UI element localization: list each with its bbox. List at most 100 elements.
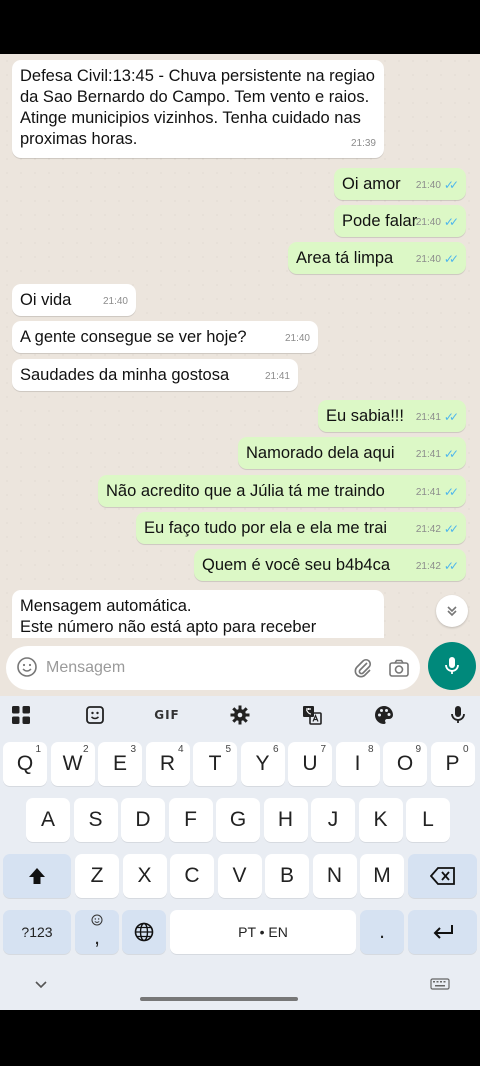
outgoing-message-bubble[interactable]: Quem é você seu b4b4ca 21:42 ✓✓: [194, 549, 466, 581]
language-globe-key[interactable]: [122, 910, 166, 954]
message-meta: 21:40 ✓✓: [416, 175, 459, 196]
read-receipt-icon: ✓✓: [443, 215, 459, 229]
key-l[interactable]: L: [406, 798, 450, 842]
paperclip-icon[interactable]: [352, 657, 374, 679]
outgoing-message-bubble[interactable]: Eu faço tudo por ela e ela me trai 21:42 ✓…: [136, 512, 466, 544]
key-label: D: [135, 808, 151, 831]
settings-gear-icon[interactable]: [228, 704, 252, 726]
key-e[interactable]: E3: [98, 742, 142, 786]
apps-grid-icon[interactable]: [9, 704, 33, 726]
message-time: 21:40: [415, 254, 441, 265]
read-receipt-icon: ✓✓: [443, 178, 459, 192]
key-j[interactable]: J: [311, 798, 355, 842]
message-meta: 21:40: [103, 291, 128, 312]
incoming-message-bubble[interactable]: Saudades da minha gostosa 21:41: [12, 359, 298, 391]
message-time: 21:41: [415, 487, 441, 498]
message-meta: 21:41 ✓✓: [415, 482, 459, 503]
voice-typing-microphone-icon[interactable]: [446, 704, 470, 726]
key-number-hint: 5: [225, 744, 231, 755]
key-number-hint: 0: [462, 744, 469, 755]
incoming-message-bubble[interactable]: Defesa Civil:13:45 - Chuva persistente n…: [12, 60, 384, 158]
hide-keyboard-chevron-icon[interactable]: [34, 980, 48, 990]
outgoing-message-bubble[interactable]: Namorado dela aqui 21:41 ✓✓: [238, 437, 466, 469]
period-key[interactable]: .: [360, 910, 404, 954]
voice-message-button[interactable]: [428, 642, 476, 690]
enter-key[interactable]: [408, 910, 477, 954]
key-h[interactable]: H: [263, 798, 308, 842]
message-meta: 21:41 ✓✓: [416, 407, 459, 428]
key-label: ?123: [21, 924, 53, 940]
key-x[interactable]: X: [122, 854, 167, 898]
key-i[interactable]: I8: [335, 742, 380, 786]
incoming-message-bubble[interactable]: Mensagem automática. Este número não est…: [12, 590, 384, 644]
enter-arrow-icon: [433, 925, 453, 939]
key-k[interactable]: K: [358, 798, 403, 842]
key-y[interactable]: Y6: [240, 742, 285, 786]
key-label: G: [229, 808, 247, 831]
key-z[interactable]: Z: [75, 854, 119, 898]
backspace-icon: [429, 867, 455, 885]
message-meta: 21:41 ✓✓: [415, 444, 459, 465]
status-bar-area: [0, 0, 480, 54]
backspace-key[interactable]: [408, 854, 477, 898]
key-o[interactable]: O9: [383, 742, 427, 786]
key-w[interactable]: W2: [50, 742, 95, 786]
key-c[interactable]: C: [170, 854, 214, 898]
emoji-icon: [91, 914, 103, 926]
outgoing-message-bubble[interactable]: Pode falar 21:40 ✓✓: [334, 205, 466, 237]
key-p[interactable]: P0: [430, 742, 475, 786]
key-g[interactable]: G: [216, 798, 260, 842]
key-label: H: [277, 808, 294, 831]
outgoing-message-bubble[interactable]: Area tá limpa 21:40 ✓✓: [288, 242, 466, 274]
shift-key[interactable]: [3, 854, 71, 898]
message-text: Mensagem automática. Este número não est…: [20, 597, 317, 636]
space-key[interactable]: PT • EN: [170, 910, 356, 954]
key-number-hint: 6: [272, 744, 279, 755]
message-time: 21:41: [264, 371, 290, 382]
keyboard-switch-icon[interactable]: [430, 978, 450, 990]
message-text: Saudades da minha gostosa: [20, 366, 230, 384]
key-n[interactable]: N: [312, 854, 357, 898]
theme-palette-icon[interactable]: [372, 704, 396, 726]
key-b[interactable]: B: [265, 854, 309, 898]
outgoing-message-bubble[interactable]: Oi amor 21:40 ✓✓: [334, 168, 466, 200]
key-label: F: [184, 808, 197, 831]
message-text: Quem é você seu b4b4ca: [202, 556, 391, 574]
message-time: 21:41: [415, 449, 441, 460]
message-text: Defesa Civil:13:45 - Chuva persistente n…: [20, 67, 375, 148]
key-label: M: [373, 864, 391, 887]
comma-emoji-key[interactable]: ,: [75, 910, 119, 954]
message-input[interactable]: [46, 656, 296, 680]
key-label: N: [326, 864, 343, 887]
key-d[interactable]: D: [121, 798, 165, 842]
symbols-key[interactable]: ?123: [3, 910, 71, 954]
outgoing-message-bubble[interactable]: Não acredito que a Júlia tá me traindo 21…: [98, 475, 466, 507]
gif-button[interactable]: GIF: [152, 704, 182, 726]
key-t[interactable]: T5: [193, 742, 237, 786]
key-m[interactable]: M: [360, 854, 404, 898]
microphone-icon: [445, 657, 459, 674]
emoji-icon[interactable]: [16, 656, 38, 678]
incoming-message-bubble[interactable]: A gente consegue se ver hoje? 21:40: [12, 321, 318, 353]
key-q[interactable]: Q1: [3, 742, 47, 786]
key-s[interactable]: S: [73, 798, 118, 842]
key-u[interactable]: U7: [288, 742, 332, 786]
key-number-hint: 1: [35, 744, 41, 755]
message-text: Namorado dela aqui: [246, 444, 395, 462]
scroll-to-bottom-button[interactable]: [436, 595, 468, 627]
key-number-hint: 8: [367, 744, 374, 755]
key-label: Y: [255, 752, 270, 775]
key-f[interactable]: F: [168, 798, 213, 842]
outgoing-message-bubble[interactable]: Eu sabia!!! 21:41 ✓✓: [318, 400, 466, 432]
key-a[interactable]: A: [26, 798, 70, 842]
translate-icon[interactable]: [300, 704, 324, 726]
gesture-handle[interactable]: [140, 997, 298, 1001]
key-r[interactable]: R4: [145, 742, 190, 786]
message-text: A gente consegue se ver hoje?: [20, 328, 247, 346]
incoming-message-bubble[interactable]: Oi vida 21:40: [12, 284, 136, 316]
message-time: 21:40: [415, 217, 441, 228]
double-chevron-down-icon: [447, 606, 457, 617]
key-v[interactable]: V: [217, 854, 262, 898]
sticker-icon[interactable]: [83, 704, 107, 726]
camera-icon[interactable]: [388, 657, 410, 679]
